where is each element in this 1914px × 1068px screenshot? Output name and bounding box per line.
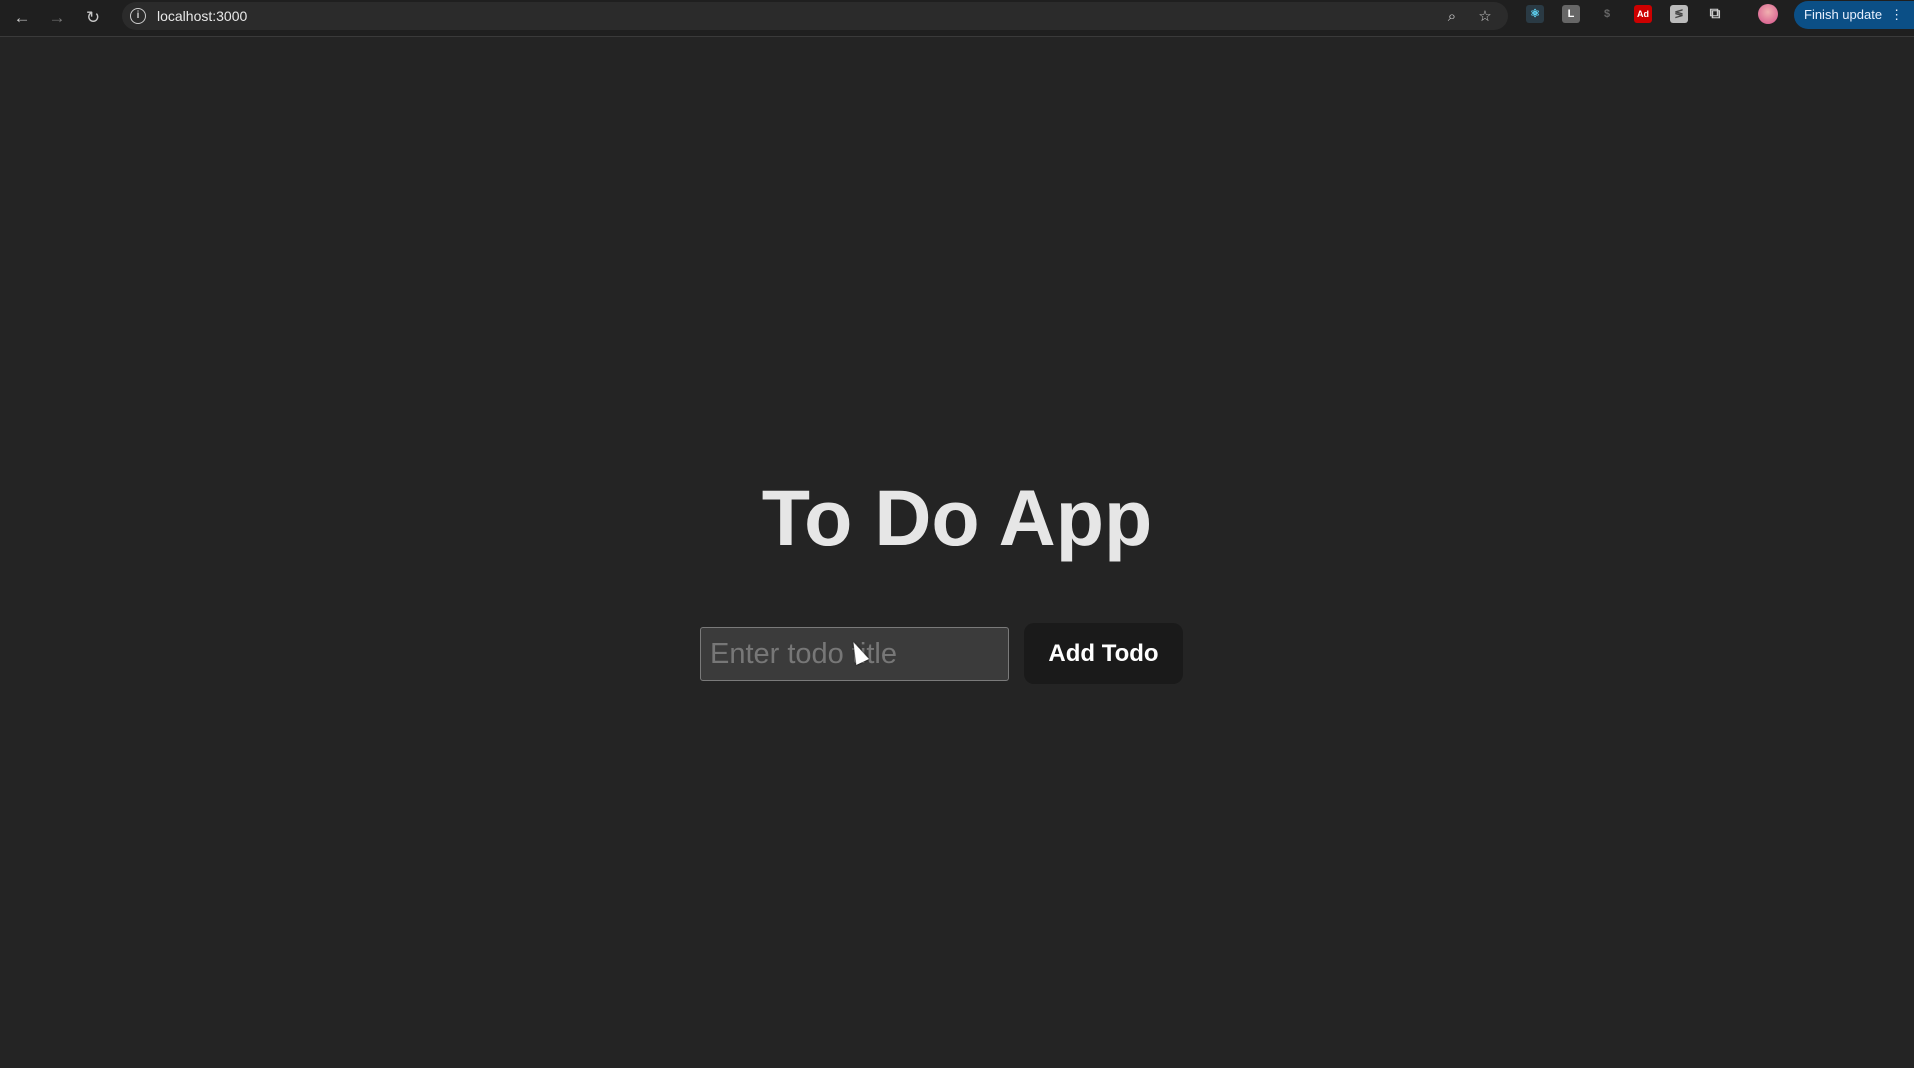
- extensions-puzzle-icon[interactable]: ⧉: [1706, 5, 1724, 23]
- forward-icon[interactable]: →: [45, 6, 69, 30]
- url-text[interactable]: localhost:3000: [157, 8, 247, 24]
- more-menu-icon[interactable]: ⋮: [1890, 7, 1903, 22]
- bookmark-star-icon[interactable]: ☆: [1475, 7, 1495, 27]
- address-bar[interactable]: i localhost:3000 ⌕ ☆: [122, 2, 1508, 30]
- finish-update-label: Finish update: [1804, 7, 1883, 22]
- extension-l-icon[interactable]: L: [1562, 5, 1580, 23]
- reload-icon[interactable]: ↻: [81, 6, 105, 30]
- zoom-icon[interactable]: ⌕: [1442, 7, 1462, 27]
- react-devtools-icon[interactable]: ⚛: [1526, 5, 1544, 23]
- browser-toolbar: ← → ↻ i localhost:3000 ⌕ ☆ ⚛ L $ Ad ≶ ⧉ …: [0, 0, 1914, 37]
- extension-dollar-icon[interactable]: $: [1598, 5, 1616, 23]
- profile-avatar[interactable]: [1758, 4, 1778, 24]
- adblock-icon[interactable]: Ad: [1634, 5, 1652, 23]
- stylus-icon[interactable]: ≶: [1670, 5, 1688, 23]
- page-title: To Do App: [761, 473, 1153, 562]
- finish-update-button[interactable]: Finish update ⋮: [1794, 1, 1914, 29]
- add-todo-button[interactable]: Add Todo: [1024, 623, 1183, 684]
- back-icon[interactable]: ←: [10, 6, 34, 30]
- site-info-icon[interactable]: i: [130, 8, 146, 24]
